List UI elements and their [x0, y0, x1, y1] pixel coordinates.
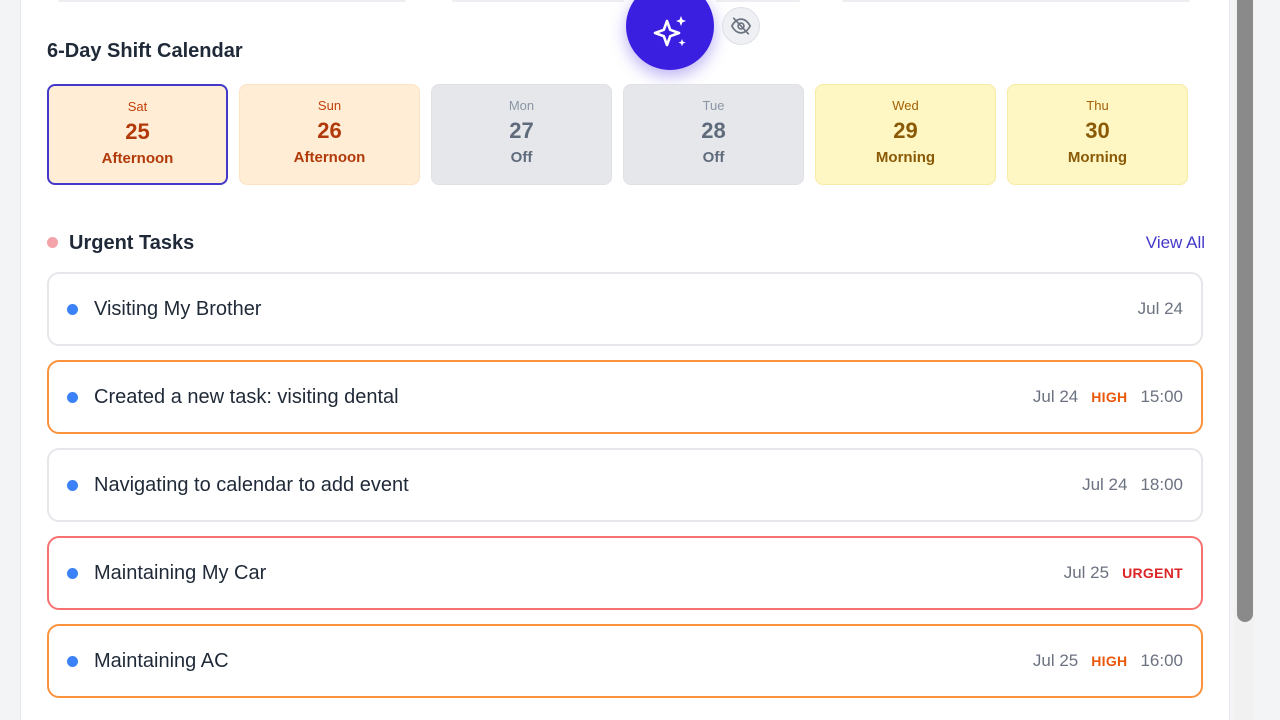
task-meta: Jul 24 18:00: [1082, 475, 1183, 495]
task-date: Jul 24: [1137, 299, 1183, 318]
day-name: Wed: [892, 98, 919, 113]
urgent-tasks-title: Urgent Tasks: [69, 232, 195, 254]
shift-day-tue[interactable]: Tue 28 Off: [623, 84, 804, 185]
task-meta: Jul 24 HIGH 15:00: [1033, 387, 1183, 407]
view-all-link[interactable]: View All: [1146, 230, 1205, 256]
task-time: 16:00: [1140, 651, 1183, 670]
task-bullet: [67, 303, 78, 315]
shift-day-wed[interactable]: Wed 29 Morning: [815, 84, 996, 185]
day-name: Sun: [317, 98, 342, 113]
task-date: Jul 25: [1032, 651, 1079, 670]
shift-day-sat[interactable]: Sat 25 Afternoon: [47, 84, 228, 185]
task-bullet: [67, 391, 78, 403]
task-row[interactable]: Maintaining AC Jul 25 HIGH 16:00: [47, 624, 1203, 698]
urgent-indicator-dot: [47, 237, 58, 248]
day-shift: Morning: [1067, 149, 1128, 166]
task-time: 18:00: [1140, 475, 1183, 494]
shift-day-sun[interactable]: Sun 26 Afternoon: [239, 84, 420, 185]
priority-badge: HIGH: [1091, 389, 1128, 405]
day-shift: Off: [510, 149, 533, 166]
page: 6-Day Shift Calendar Sat 25 Afternoon Su…: [0, 0, 1280, 720]
urgent-tasks-header: Urgent Tasks View All: [47, 230, 1205, 256]
task-row[interactable]: Maintaining My Car Jul 25 URGENT: [47, 536, 1203, 610]
task-date: Jul 24: [1082, 475, 1128, 494]
shift-day-mon[interactable]: Mon 27 Off: [431, 84, 612, 185]
eye-off-icon: [730, 17, 752, 35]
scrollbar-thumb[interactable]: [1237, 0, 1253, 622]
task-meta: Jul 25 URGENT: [1064, 563, 1183, 583]
task-date: Jul 24: [1032, 387, 1079, 406]
day-date: 27: [509, 118, 534, 143]
task-bullet: [67, 479, 78, 491]
day-date: 30: [1085, 118, 1110, 143]
day-shift: Afternoon: [101, 150, 174, 167]
task-bullet: [67, 567, 78, 579]
urgent-task-list: Visiting My Brother Jul 24 Created a new…: [47, 272, 1203, 712]
top-card-edge: [452, 0, 624, 2]
task-meta: Jul 24: [1138, 299, 1183, 319]
shift-calendar: Sat 25 Afternoon Sun 26 Afternoon Mon 27…: [47, 84, 1188, 185]
task-time: 15:00: [1140, 387, 1183, 406]
task-title: Maintaining AC: [94, 649, 229, 672]
top-card-edge: [716, 0, 800, 2]
task-row[interactable]: Navigating to calendar to add event Jul …: [47, 448, 1203, 522]
task-bullet: [67, 655, 78, 667]
day-date: 25: [125, 119, 150, 144]
day-name: Tue: [702, 98, 725, 113]
top-card-edge: [58, 0, 406, 2]
shift-day-thu[interactable]: Thu 30 Morning: [1007, 84, 1188, 185]
day-name: Mon: [508, 98, 535, 113]
task-title: Maintaining My Car: [94, 561, 267, 584]
task-title: Navigating to calendar to add event: [94, 473, 409, 496]
shift-calendar-title: 6-Day Shift Calendar: [47, 40, 243, 62]
task-row[interactable]: Created a new task: visiting dental Jul …: [47, 360, 1203, 434]
priority-badge: URGENT: [1122, 565, 1183, 581]
day-shift: Morning: [875, 149, 936, 166]
task-meta: Jul 25 HIGH 16:00: [1033, 651, 1183, 671]
task-title: Created a new task: visiting dental: [94, 385, 399, 408]
day-name: Sat: [127, 99, 148, 114]
sparkles-icon: [653, 16, 686, 47]
priority-badge: HIGH: [1091, 653, 1128, 669]
day-name: Thu: [1086, 98, 1109, 113]
top-card-edge: [842, 0, 1190, 2]
day-date: 26: [317, 118, 342, 143]
task-date: Jul 25: [1063, 563, 1110, 582]
task-title: Visiting My Brother: [94, 297, 262, 320]
day-shift: Off: [702, 149, 725, 166]
day-shift: Afternoon: [293, 149, 366, 166]
day-date: 29: [893, 118, 918, 143]
task-row[interactable]: Visiting My Brother Jul 24: [47, 272, 1203, 346]
hide-toggle-button[interactable]: [722, 7, 760, 45]
day-date: 28: [701, 118, 726, 143]
